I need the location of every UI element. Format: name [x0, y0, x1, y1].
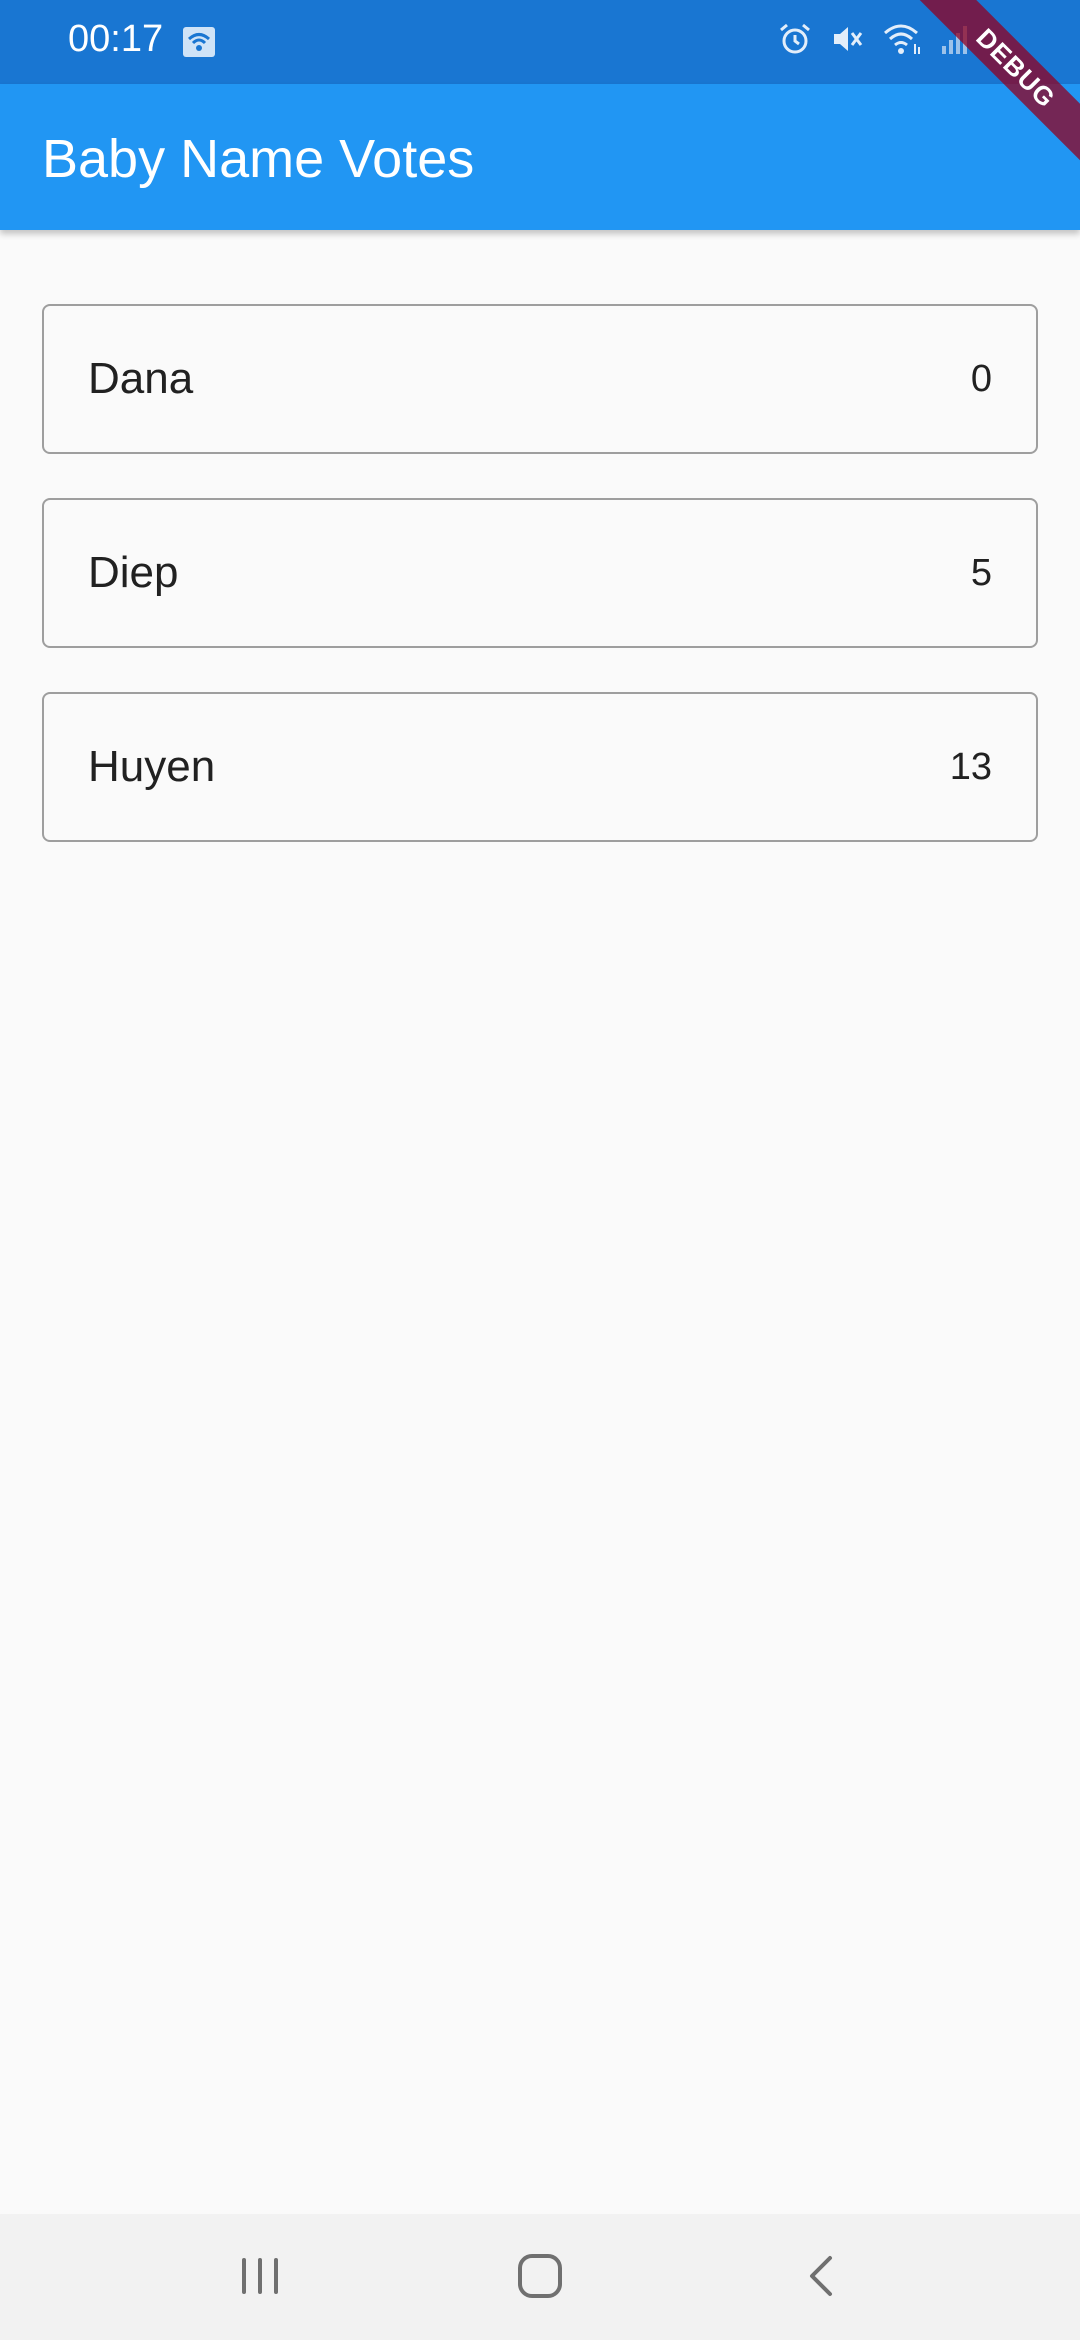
app-bar: Baby Name Votes — [0, 84, 1080, 230]
list-item[interactable]: Dana 0 — [42, 304, 1038, 454]
status-bar: 00:17 — [0, 0, 1080, 84]
name-label: Huyen — [88, 742, 216, 791]
alarm-icon — [778, 22, 812, 56]
list-item[interactable]: Huyen 13 — [42, 692, 1038, 842]
signal-icon — [940, 22, 970, 56]
name-label: Diep — [88, 548, 179, 597]
page-title: Baby Name Votes — [42, 129, 475, 189]
navigation-bar — [0, 2214, 1080, 2340]
wifi-hotspot-icon — [182, 26, 216, 58]
vote-count: 5 — [970, 552, 992, 594]
name-vote-list: Dana 0 Diep 5 Huyen 13 — [42, 304, 1038, 886]
vote-count: 13 — [949, 746, 992, 788]
list-item[interactable]: Diep 5 — [42, 498, 1038, 648]
recent-apps-icon[interactable] — [236, 2248, 284, 2309]
status-icons — [778, 22, 970, 56]
back-icon[interactable] — [798, 2248, 846, 2309]
status-time: 00:17 — [68, 18, 164, 60]
mute-icon — [830, 22, 864, 56]
vote-count: 0 — [970, 358, 992, 400]
name-label: Dana — [88, 354, 194, 403]
wifi-icon — [882, 22, 922, 56]
home-icon[interactable] — [512, 2248, 568, 2309]
